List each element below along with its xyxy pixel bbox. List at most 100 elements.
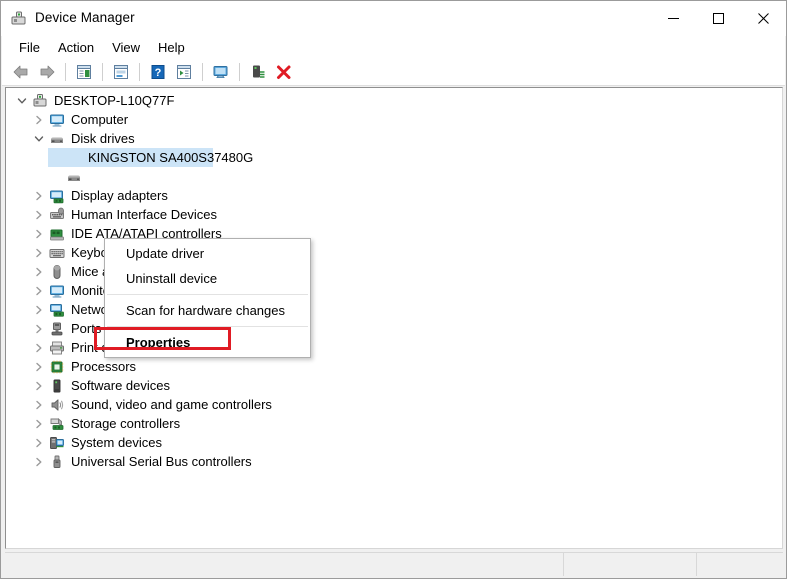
scan-for-hardware-changes-icon [213,65,228,78]
tree-item-label: Disk drives [71,131,135,146]
close-icon [758,13,769,24]
network-adapter-icon [47,300,67,319]
chevron-right-icon[interactable] [31,186,47,205]
show-hide-console-tree-icon [77,64,91,79]
back-button[interactable] [8,60,34,84]
status-panel-secondary [564,553,697,576]
chevron-right-icon[interactable] [31,357,47,376]
tree-item-label: Universal Serial Bus controllers [71,454,252,469]
toolbar-separator [139,62,140,81]
update-driver-icon [177,64,191,79]
menu-action[interactable]: Action [49,38,103,57]
device-manager-icon [11,11,28,27]
uninstall-device-icon [277,65,291,79]
device-tree-panel[interactable]: DESKTOP-L10Q77F Computer Disk drives KINGST… [5,87,783,549]
monitor-icon [47,110,67,129]
enable-device-button[interactable] [245,60,271,84]
context-menu-item-properties-label: Properties [126,335,191,350]
system-device-icon [47,433,67,452]
menu-view[interactable]: View [103,38,149,57]
chevron-right-icon[interactable] [31,262,47,281]
tree-item[interactable]: Display adapters [6,186,782,205]
chevron-down-icon[interactable] [31,129,47,148]
processor-icon [47,357,67,376]
toolbar-separator [65,62,66,81]
toolbar-separator [239,62,240,81]
help-button[interactable]: ? [145,60,171,84]
printer-icon [47,338,67,357]
tree-item-label: KINGSTON SA400S37480G [88,150,254,165]
tree-item-label: DESKTOP-L10Q77F [54,93,175,108]
chevron-right-icon[interactable] [31,243,47,262]
status-bar [5,552,783,576]
tree-item-label: Storage controllers [71,416,181,431]
tree-item[interactable]: KINGSTON SA400S37480G [6,148,782,167]
context-menu-item-uninstall-device[interactable]: Uninstall device [105,266,310,291]
minimize-icon [668,18,679,19]
window-title: Device Manager [35,10,135,25]
chevron-right-icon[interactable] [31,376,47,395]
tree-item[interactable]: Processors [6,357,782,376]
maximize-button[interactable] [696,1,741,36]
update-driver-button[interactable] [171,60,197,84]
chevron-right-icon[interactable] [31,414,47,433]
disk-drive-icon [47,129,67,148]
forward-button[interactable] [34,60,60,84]
minimize-button[interactable] [651,1,696,36]
toolbar: ? [2,58,785,86]
chevron-right-icon[interactable] [31,338,47,357]
tree-item[interactable]: DESKTOP-L10Q77F [6,91,782,110]
tree-item[interactable] [6,167,782,186]
tree-item[interactable]: System devices [6,433,782,452]
chevron-right-icon[interactable] [31,433,47,452]
chevron-right-icon[interactable] [31,319,47,338]
toolbar-separator [102,62,103,81]
tree-item[interactable]: Computer [6,110,782,129]
tree-item[interactable]: Sound, video and game controllers [6,395,782,414]
tree-item[interactable]: Universal Serial Bus controllers [6,452,782,471]
mouse-icon [47,262,67,281]
close-button[interactable] [741,1,786,36]
tree-item-label: Sound, video and game controllers [71,397,272,412]
chevron-right-icon[interactable] [31,395,47,414]
tree-item-label: Processors [71,359,137,374]
port-icon [47,319,67,338]
menu-help[interactable]: Help [149,38,194,57]
chevron-right-icon[interactable] [31,300,47,319]
scan-for-hardware-changes-button[interactable] [208,60,234,84]
toolbar-separator [202,62,203,81]
software-device-icon [47,376,67,395]
tree-item[interactable]: Software devices [6,376,782,395]
keyboard-icon [47,243,67,262]
usb-controller-icon [47,452,67,471]
chevron-down-icon[interactable] [14,91,30,110]
tree-item[interactable]: Disk drives [6,129,782,148]
sound-controller-icon [47,395,67,414]
chevron-right-icon[interactable] [31,110,47,129]
tree-item-label: Software devices [71,378,170,393]
tree-item-label: Display adapters [71,188,168,203]
maximize-icon [713,13,724,24]
tree-item-label: Computer [71,112,129,127]
properties-button[interactable] [108,60,134,84]
display-adapter-icon [47,186,67,205]
chevron-right-icon[interactable] [31,452,47,471]
tree-item[interactable]: Human Interface Devices [6,205,782,224]
context-menu-item-scan-for-hardware-changes[interactable]: Scan for hardware changes [105,298,310,323]
uninstall-device-button[interactable] [271,60,297,84]
context-menu: Update driver Uninstall device Scan for … [94,238,311,358]
enable-device-icon [253,65,265,78]
chevron-right-icon[interactable] [31,281,47,300]
chevron-right-icon[interactable] [31,224,47,243]
back-icon [13,65,28,78]
context-menu-item-update-driver[interactable]: Update driver [105,241,310,266]
context-menu-item-properties[interactable]: Properties [94,327,310,355]
help-icon: ? [151,64,165,79]
menu-file[interactable]: File [10,38,49,57]
human-interface-device-icon [47,205,67,224]
show-hide-console-tree-button[interactable] [71,60,97,84]
disk-drive-icon [64,167,84,186]
chevron-right-icon[interactable] [31,205,47,224]
tree-item-label: System devices [71,435,163,450]
tree-item[interactable]: Storage controllers [6,414,782,433]
